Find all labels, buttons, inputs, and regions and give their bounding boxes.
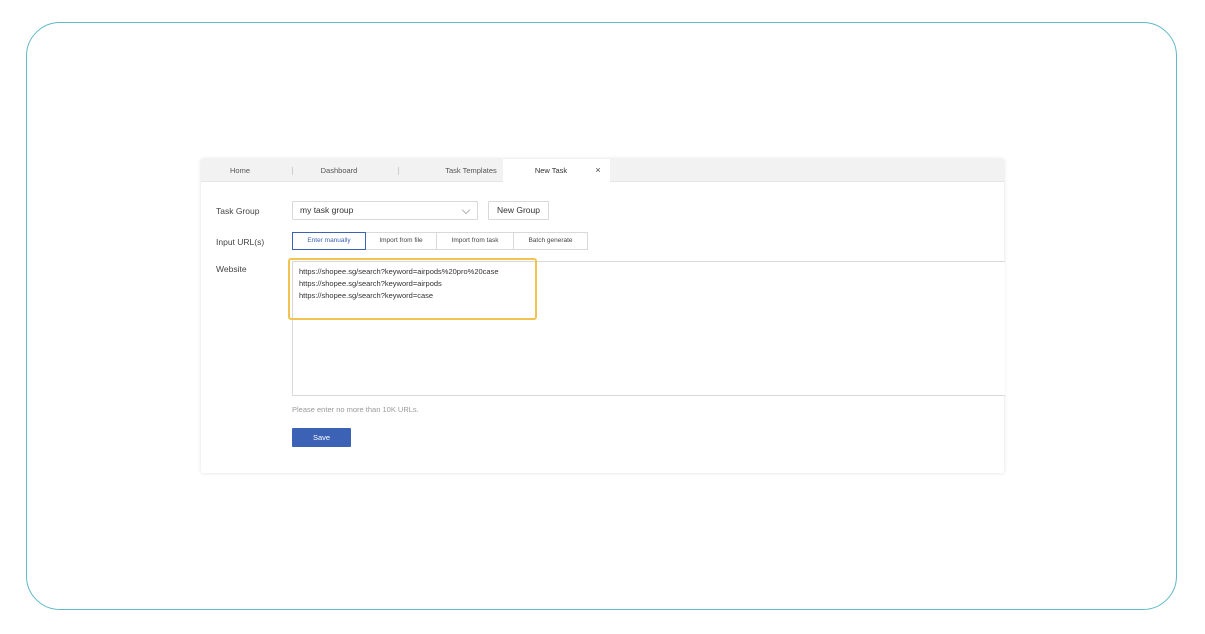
tab-dashboard[interactable]: Dashboard xyxy=(301,159,377,182)
url-line: https://shopee.sg/search?keyword=airpods… xyxy=(299,267,499,276)
task-group-value: my task group xyxy=(300,205,354,215)
mode-import-from-file[interactable]: Import from file xyxy=(365,232,437,250)
input-urls-label: Input URL(s) xyxy=(216,237,265,247)
mode-enter-manually[interactable]: Enter manually xyxy=(292,232,366,250)
close-icon[interactable]: × xyxy=(593,159,603,182)
url-line: https://shopee.sg/search?keyword=airpods xyxy=(299,279,442,288)
tab-new-task-label: New Task xyxy=(534,166,568,175)
mode-batch-generate[interactable]: Batch generate xyxy=(513,232,588,250)
task-group-label: Task Group xyxy=(216,206,260,216)
url-line: https://shopee.sg/search?keyword=case xyxy=(299,291,434,300)
chevron-down-icon xyxy=(461,205,471,215)
tab-home[interactable]: Home xyxy=(201,159,279,182)
website-label: Website xyxy=(216,264,247,274)
new-group-button[interactable]: New Group xyxy=(488,201,549,220)
url-limit-hint: Please enter no more than 10K URLs. xyxy=(292,405,419,414)
mode-import-from-task[interactable]: Import from task xyxy=(436,232,514,250)
tab-separator xyxy=(398,167,399,175)
app-window: Home Dashboard Task Templates New Task ×… xyxy=(201,159,1005,473)
task-group-select[interactable]: my task group xyxy=(292,201,478,220)
tab-bar: Home Dashboard Task Templates New Task × xyxy=(201,159,1004,183)
save-button[interactable]: Save xyxy=(292,428,351,447)
tab-separator xyxy=(292,167,293,175)
